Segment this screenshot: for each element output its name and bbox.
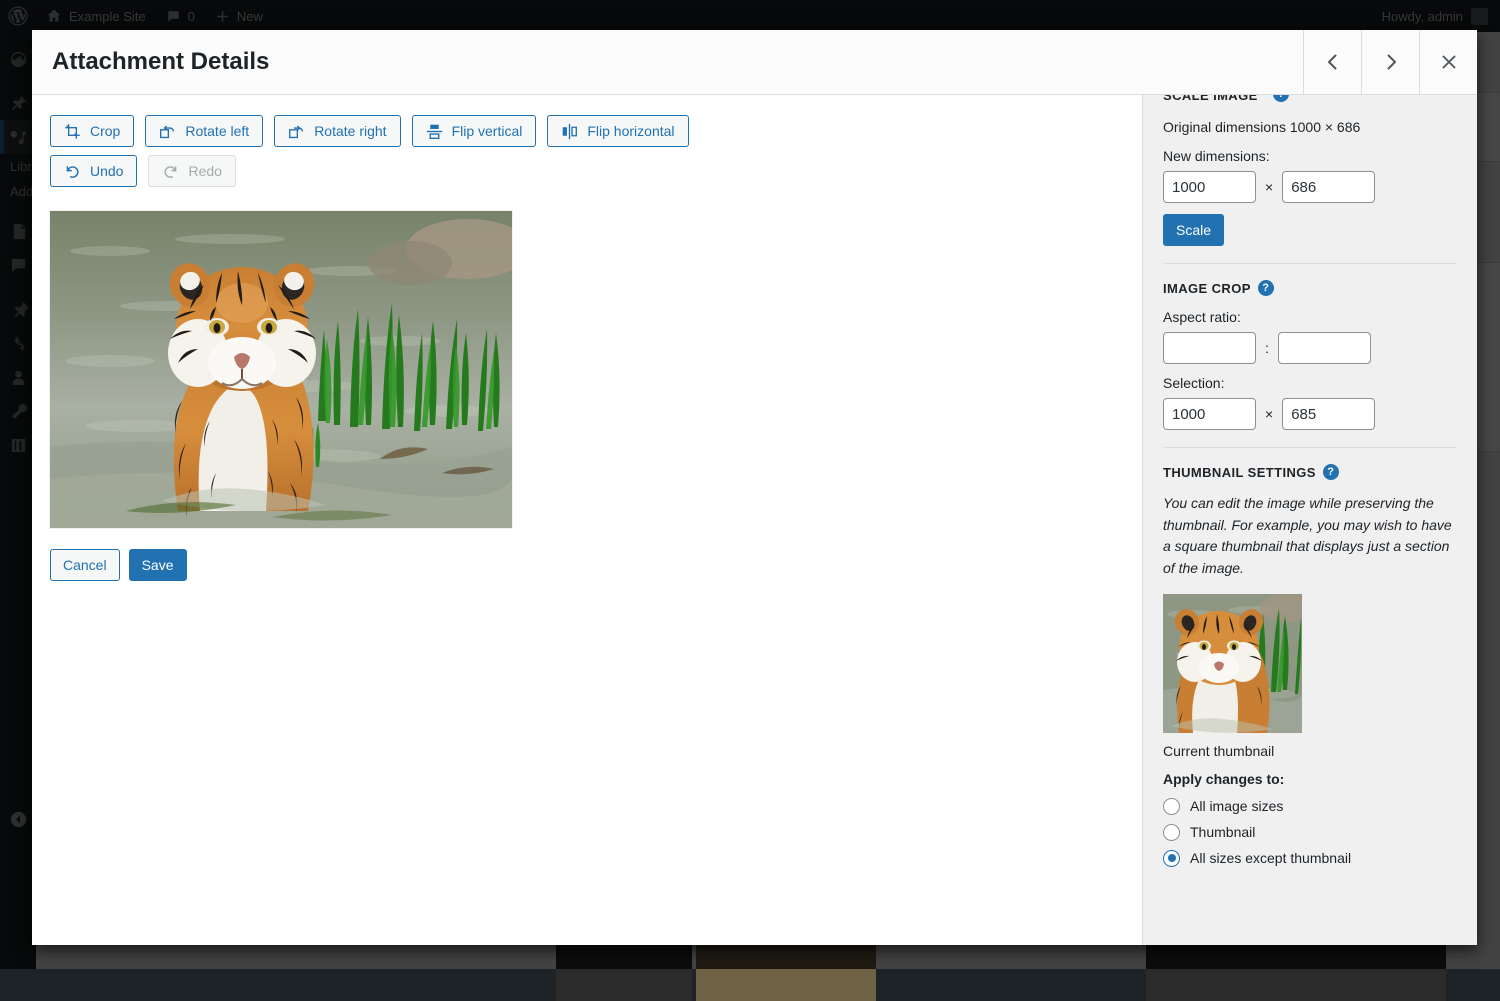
redo-label: Redo — [188, 163, 221, 179]
scale-height-input[interactable] — [1282, 171, 1375, 203]
selection-width-input[interactable] — [1163, 398, 1256, 430]
radio-thumbnail-label: Thumbnail — [1190, 824, 1255, 840]
radio-mark-icon — [1163, 824, 1180, 841]
rotate-right-icon — [288, 123, 305, 140]
rotate-right-label: Rotate right — [314, 123, 386, 139]
help-question-icon[interactable]: ? — [1258, 280, 1274, 296]
selection-label: Selection: — [1163, 375, 1457, 391]
scale-image-section-title-cut: SCALE IMAGE ? — [1163, 95, 1457, 117]
image-edit-toolbar-history: Undo Redo — [50, 155, 1124, 187]
close-x-icon — [1439, 52, 1459, 72]
flip-horizontal-icon — [561, 123, 578, 140]
editable-image[interactable] — [50, 211, 512, 528]
new-dimensions-row: × — [1163, 171, 1457, 203]
thumbnail-settings-title-label: THUMBNAIL SETTINGS — [1163, 465, 1316, 480]
image-settings-pane: SCALE IMAGE ? Original dimensions 1000 ×… — [1142, 95, 1477, 945]
rotate-left-button[interactable]: Rotate left — [145, 115, 263, 147]
flip-vertical-button[interactable]: Flip vertical — [412, 115, 537, 147]
attachment-details-modal: Attachment Details Cr — [32, 30, 1477, 945]
chevron-right-icon — [1381, 52, 1401, 72]
radio-all-sizes-except-thumbnail[interactable]: All sizes except thumbnail — [1163, 850, 1457, 867]
aspect-ratio-row: : — [1163, 332, 1457, 364]
thumbnail-settings-section-title: THUMBNAIL SETTINGS ? — [1163, 464, 1457, 480]
section-divider — [1163, 447, 1457, 448]
ratio-separator: : — [1265, 340, 1269, 356]
image-crop-title-label: IMAGE CROP — [1163, 281, 1251, 296]
editor-action-row: Cancel Save — [50, 549, 1124, 581]
flip-vertical-label: Flip vertical — [452, 123, 523, 139]
selection-separator: × — [1265, 406, 1273, 422]
image-editor-pane: Crop Rotate left Rotate right — [32, 95, 1142, 945]
radio-all-image-sizes[interactable]: All image sizes — [1163, 798, 1457, 815]
rotate-left-icon — [159, 123, 176, 140]
rotate-left-label: Rotate left — [185, 123, 249, 139]
radio-mark-icon — [1163, 798, 1180, 815]
image-crop-section-title: IMAGE CROP ? — [1163, 280, 1457, 296]
crop-label: Crop — [90, 123, 120, 139]
radio-all-sizes-except-thumbnail-label: All sizes except thumbnail — [1190, 850, 1351, 866]
thumbnail-hint-text: You can edit the image while preserving … — [1163, 493, 1457, 580]
scale-button[interactable]: Scale — [1163, 214, 1224, 246]
new-dimensions-label: New dimensions: — [1163, 148, 1457, 164]
close-modal-button[interactable] — [1419, 30, 1477, 94]
crop-button[interactable]: Crop — [50, 115, 134, 147]
redo-button[interactable]: Redo — [148, 155, 235, 187]
section-divider — [1163, 263, 1457, 264]
image-edit-toolbar-primary: Crop Rotate left Rotate right — [50, 115, 1124, 147]
flip-vertical-icon — [426, 123, 443, 140]
next-media-button[interactable] — [1361, 30, 1419, 94]
scale-width-input[interactable] — [1163, 171, 1256, 203]
page-title: Attachment Details — [32, 30, 1303, 94]
help-question-icon[interactable]: ? — [1273, 95, 1289, 102]
help-question-icon[interactable]: ? — [1323, 464, 1339, 480]
undo-icon — [64, 163, 81, 180]
radio-all-image-sizes-label: All image sizes — [1190, 798, 1283, 814]
original-dimensions-text: Original dimensions 1000 × 686 — [1163, 117, 1457, 138]
selection-row: × — [1163, 398, 1457, 430]
save-button[interactable]: Save — [129, 549, 187, 581]
undo-button[interactable]: Undo — [50, 155, 137, 187]
modal-header: Attachment Details — [32, 30, 1477, 95]
scale-image-title: SCALE IMAGE — [1163, 95, 1258, 103]
aspect-ratio-label: Aspect ratio: — [1163, 309, 1457, 325]
modal-body: Crop Rotate left Rotate right — [32, 95, 1477, 945]
apply-changes-title: Apply changes to: — [1163, 771, 1457, 787]
cancel-button[interactable]: Cancel — [50, 549, 120, 581]
redo-icon — [162, 163, 179, 180]
previous-media-button[interactable] — [1303, 30, 1361, 94]
rotate-right-button[interactable]: Rotate right — [274, 115, 400, 147]
editable-image-container[interactable] — [50, 211, 1124, 528]
dimension-separator: × — [1265, 179, 1273, 195]
chevron-left-icon — [1323, 52, 1343, 72]
radio-mark-icon — [1163, 850, 1180, 867]
flip-horizontal-button[interactable]: Flip horizontal — [547, 115, 688, 147]
flip-horizontal-label: Flip horizontal — [587, 123, 674, 139]
selection-height-input[interactable] — [1282, 398, 1375, 430]
current-thumbnail-image — [1163, 594, 1302, 733]
aspect-ratio-width-input[interactable] — [1163, 332, 1256, 364]
crop-icon — [64, 123, 81, 140]
radio-thumbnail[interactable]: Thumbnail — [1163, 824, 1457, 841]
undo-label: Undo — [90, 163, 123, 179]
aspect-ratio-height-input[interactable] — [1278, 332, 1371, 364]
thumbnail-caption: Current thumbnail — [1163, 743, 1457, 759]
